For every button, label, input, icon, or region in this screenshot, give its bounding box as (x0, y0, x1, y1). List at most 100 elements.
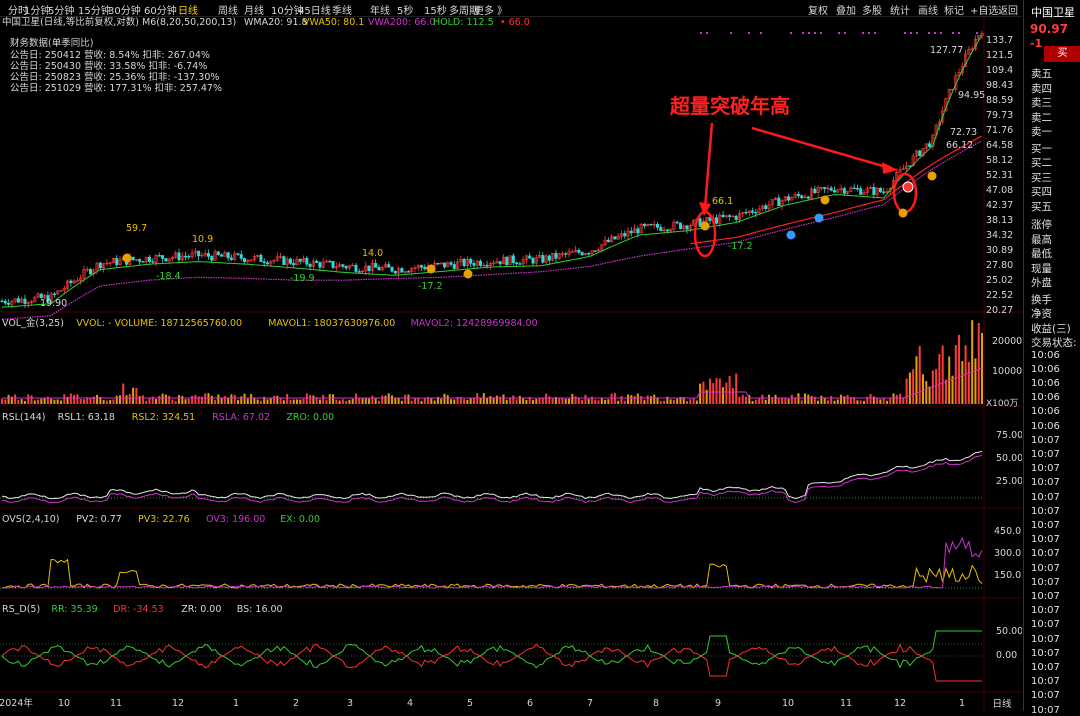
kline-chart[interactable]: 中国卫星(日线,等比前复权,对数) M6(8,20,50,200,13) WMA20… (0, 16, 1022, 711)
top-dot (700, 32, 702, 34)
vol-bar (214, 400, 217, 404)
vol-bar (663, 400, 666, 404)
vol-bar (69, 393, 72, 404)
period-11[interactable]: 季线 (332, 2, 352, 17)
vol-bar (73, 394, 76, 404)
candle-body (541, 255, 545, 263)
period-1[interactable]: 1分钟 (24, 2, 50, 17)
price-label-2: 14.0 (362, 248, 383, 259)
candle-body (52, 293, 56, 295)
candle-body (580, 252, 584, 256)
period-7[interactable]: 周线 (218, 2, 238, 17)
candle-body (292, 263, 296, 266)
vol-bar (574, 396, 577, 404)
vol-bar (377, 400, 380, 404)
tick-time: 10:07 (1031, 463, 1060, 475)
vol-bar (292, 399, 295, 404)
period-12[interactable]: 年线 (370, 2, 390, 17)
vol-bar (210, 395, 213, 404)
candle-body (744, 211, 748, 214)
vol-bar (53, 399, 56, 404)
vol-bar (391, 395, 394, 404)
vol-bar (745, 396, 748, 404)
tick-time: 10:06 (1031, 363, 1060, 375)
vol-bar (289, 399, 292, 404)
toolbar-3[interactable]: 统计 (890, 2, 910, 17)
breakout-marker (902, 181, 914, 193)
period-10[interactable]: 45日线 (298, 2, 331, 17)
period-13[interactable]: 5秒 (397, 2, 413, 17)
top-dot (838, 32, 840, 34)
fin-title: 财务数据(单季同比) (10, 37, 93, 49)
vol-bar (958, 334, 961, 404)
period-14[interactable]: 15秒 (424, 2, 447, 17)
toolbar-5[interactable]: 标记 (944, 2, 964, 17)
period-5[interactable]: 60分钟 (144, 2, 177, 17)
toolbar-7[interactable]: 返回 (998, 2, 1018, 17)
xaxis-label: 4 (407, 698, 413, 709)
top-dot (844, 32, 846, 34)
vol-bar (686, 400, 689, 404)
candle-body (367, 265, 371, 272)
rsd-legend-1: RR: 35.39 (51, 604, 97, 615)
price-ytick: 79.73 (986, 110, 1013, 121)
vol-bar (23, 400, 26, 404)
candle-body (147, 256, 151, 262)
period-3[interactable]: 15分钟 (78, 2, 111, 17)
period-4[interactable]: 30分钟 (108, 2, 141, 17)
fin-row-1: 公告日: 250430 营收: 33.58% 扣非: -6.74% (10, 60, 207, 72)
vol-bar (246, 398, 249, 404)
candle-body (462, 258, 466, 266)
price-ytick: 25.02 (986, 275, 1013, 286)
top-dot (976, 32, 978, 34)
top-dot (940, 32, 942, 34)
ovs-ytick: 150.0 (994, 570, 1021, 581)
candle-body (715, 217, 719, 224)
tick-time: 10:07 (1031, 690, 1060, 702)
stock-name[interactable]: 中国卫星 (1031, 4, 1075, 20)
vol-bar (335, 399, 338, 404)
period-8[interactable]: 月线 (244, 2, 264, 17)
xaxis-label: 12 (894, 698, 906, 709)
vol-bar (269, 397, 272, 404)
price-ytick: 58.12 (986, 155, 1013, 166)
period-16[interactable]: 更多 》 (474, 2, 507, 17)
toolbar-1[interactable]: 叠加 (836, 2, 856, 17)
vol-bar (381, 395, 384, 404)
xaxis-label: 12 (172, 698, 184, 709)
tick-time: 10:07 (1031, 576, 1060, 588)
top-dot (910, 32, 912, 34)
candle-body (564, 253, 568, 255)
candle-body (164, 258, 168, 262)
tick-time: 10:07 (1031, 548, 1060, 560)
candle-body (157, 255, 161, 257)
buy-button[interactable]: 买 (1044, 46, 1080, 62)
candle-body (184, 255, 188, 258)
vol-bar (509, 397, 512, 404)
toolbar-6[interactable]: +自选 (970, 2, 998, 17)
vol-bar (338, 400, 341, 404)
candle-body (138, 259, 142, 262)
vol-bar (925, 381, 928, 404)
xaxis-label: 11 (840, 698, 852, 709)
ovs-legend-0: OVS(2,4,10) (2, 514, 59, 525)
toolbar-4[interactable]: 画线 (918, 2, 938, 17)
candle-body (115, 258, 119, 266)
toolbar-2[interactable]: 多股 (862, 2, 882, 17)
candle-body (570, 251, 574, 253)
top-dot (760, 32, 762, 34)
candle-body (262, 261, 266, 264)
xaxis-label: 10 (782, 698, 794, 709)
rsl-legend-3: RSLA: 67.02 (212, 412, 270, 423)
period-2[interactable]: 5分钟 (48, 2, 74, 17)
vol-bar (922, 374, 925, 404)
vol-bar (387, 393, 390, 404)
candle-body (855, 187, 859, 190)
candle-body (206, 253, 210, 257)
toolbar-0[interactable]: 复权 (808, 2, 828, 17)
vol-bar (820, 395, 823, 404)
vol-bar (751, 400, 754, 404)
vol-bar (515, 399, 518, 404)
vol-bar (273, 395, 276, 404)
period-6[interactable]: 日线 (178, 2, 198, 17)
